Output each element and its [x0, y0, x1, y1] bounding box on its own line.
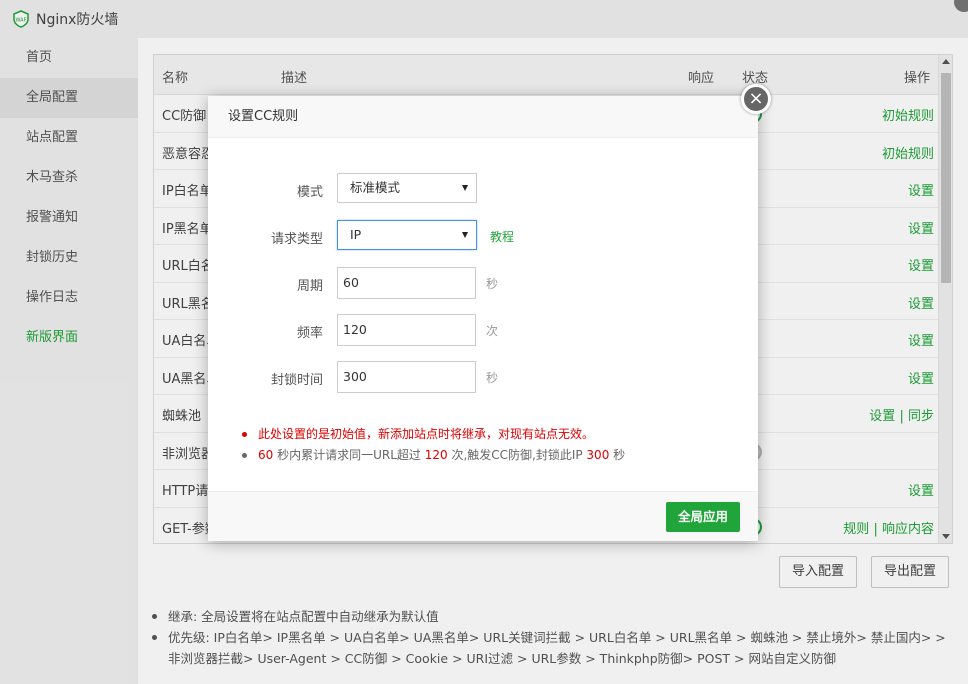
period-unit: 秒: [486, 277, 499, 291]
block-time-input[interactable]: 300: [337, 361, 476, 393]
chevron-down-icon: [462, 185, 468, 191]
mode-select-value: 标准模式: [350, 180, 401, 195]
dialog-footer: 全局应用: [208, 491, 758, 541]
block-time-label: 封锁时间: [270, 373, 323, 388]
tip-frequency-value: 120: [424, 448, 448, 462]
tip-warning: 此处设置的是初始值，新添加站点时将继承，对现有站点无效。: [238, 424, 738, 445]
mode-row: 模式 标准模式: [208, 173, 758, 205]
cc-rule-dialog: 设置CC规则 × 模式 标准模式 请求类型 IP 教程 周期 60 秒 频率 1…: [208, 84, 771, 541]
dialog-title: 设置CC规则: [208, 96, 758, 138]
tip-text: 秒: [609, 448, 626, 462]
close-icon[interactable]: ×: [741, 84, 771, 114]
request-type-row: 请求类型 IP 教程: [208, 220, 758, 252]
frequency-input[interactable]: 120: [337, 314, 476, 346]
chevron-down-icon: [462, 232, 468, 238]
global-apply-button[interactable]: 全局应用: [665, 502, 740, 532]
request-type-select-value: IP: [350, 227, 362, 242]
request-type-select[interactable]: IP: [337, 220, 477, 250]
period-label: 周期: [296, 279, 323, 294]
tip-text: 次,触发CC防御,封锁此IP: [447, 448, 587, 462]
period-row: 周期 60 秒: [208, 267, 758, 299]
block-time-row: 封锁时间 300 秒: [208, 361, 758, 393]
frequency-row: 频率 120 次: [208, 314, 758, 346]
tip-period-value: 60: [258, 448, 274, 462]
tip-block-value: 300: [586, 448, 610, 462]
block-time-unit: 秒: [486, 371, 499, 385]
mode-label: 模式: [296, 185, 323, 200]
mode-select[interactable]: 标准模式: [337, 173, 477, 203]
request-type-label: 请求类型: [270, 232, 323, 247]
tip-summary: 60 秒内累计请求同一URL超过 120 次,触发CC防御,封锁此IP 300 …: [238, 445, 738, 466]
tip-text: 秒内累计请求同一URL超过: [273, 448, 425, 462]
period-input[interactable]: 60: [337, 267, 476, 299]
dialog-tips: 此处设置的是初始值，新添加站点时将继承，对现有站点无效。 60 秒内累计请求同一…: [238, 424, 738, 466]
frequency-unit: 次: [486, 324, 499, 338]
tutorial-link[interactable]: 教程: [490, 228, 514, 245]
frequency-label: 频率: [296, 326, 323, 341]
